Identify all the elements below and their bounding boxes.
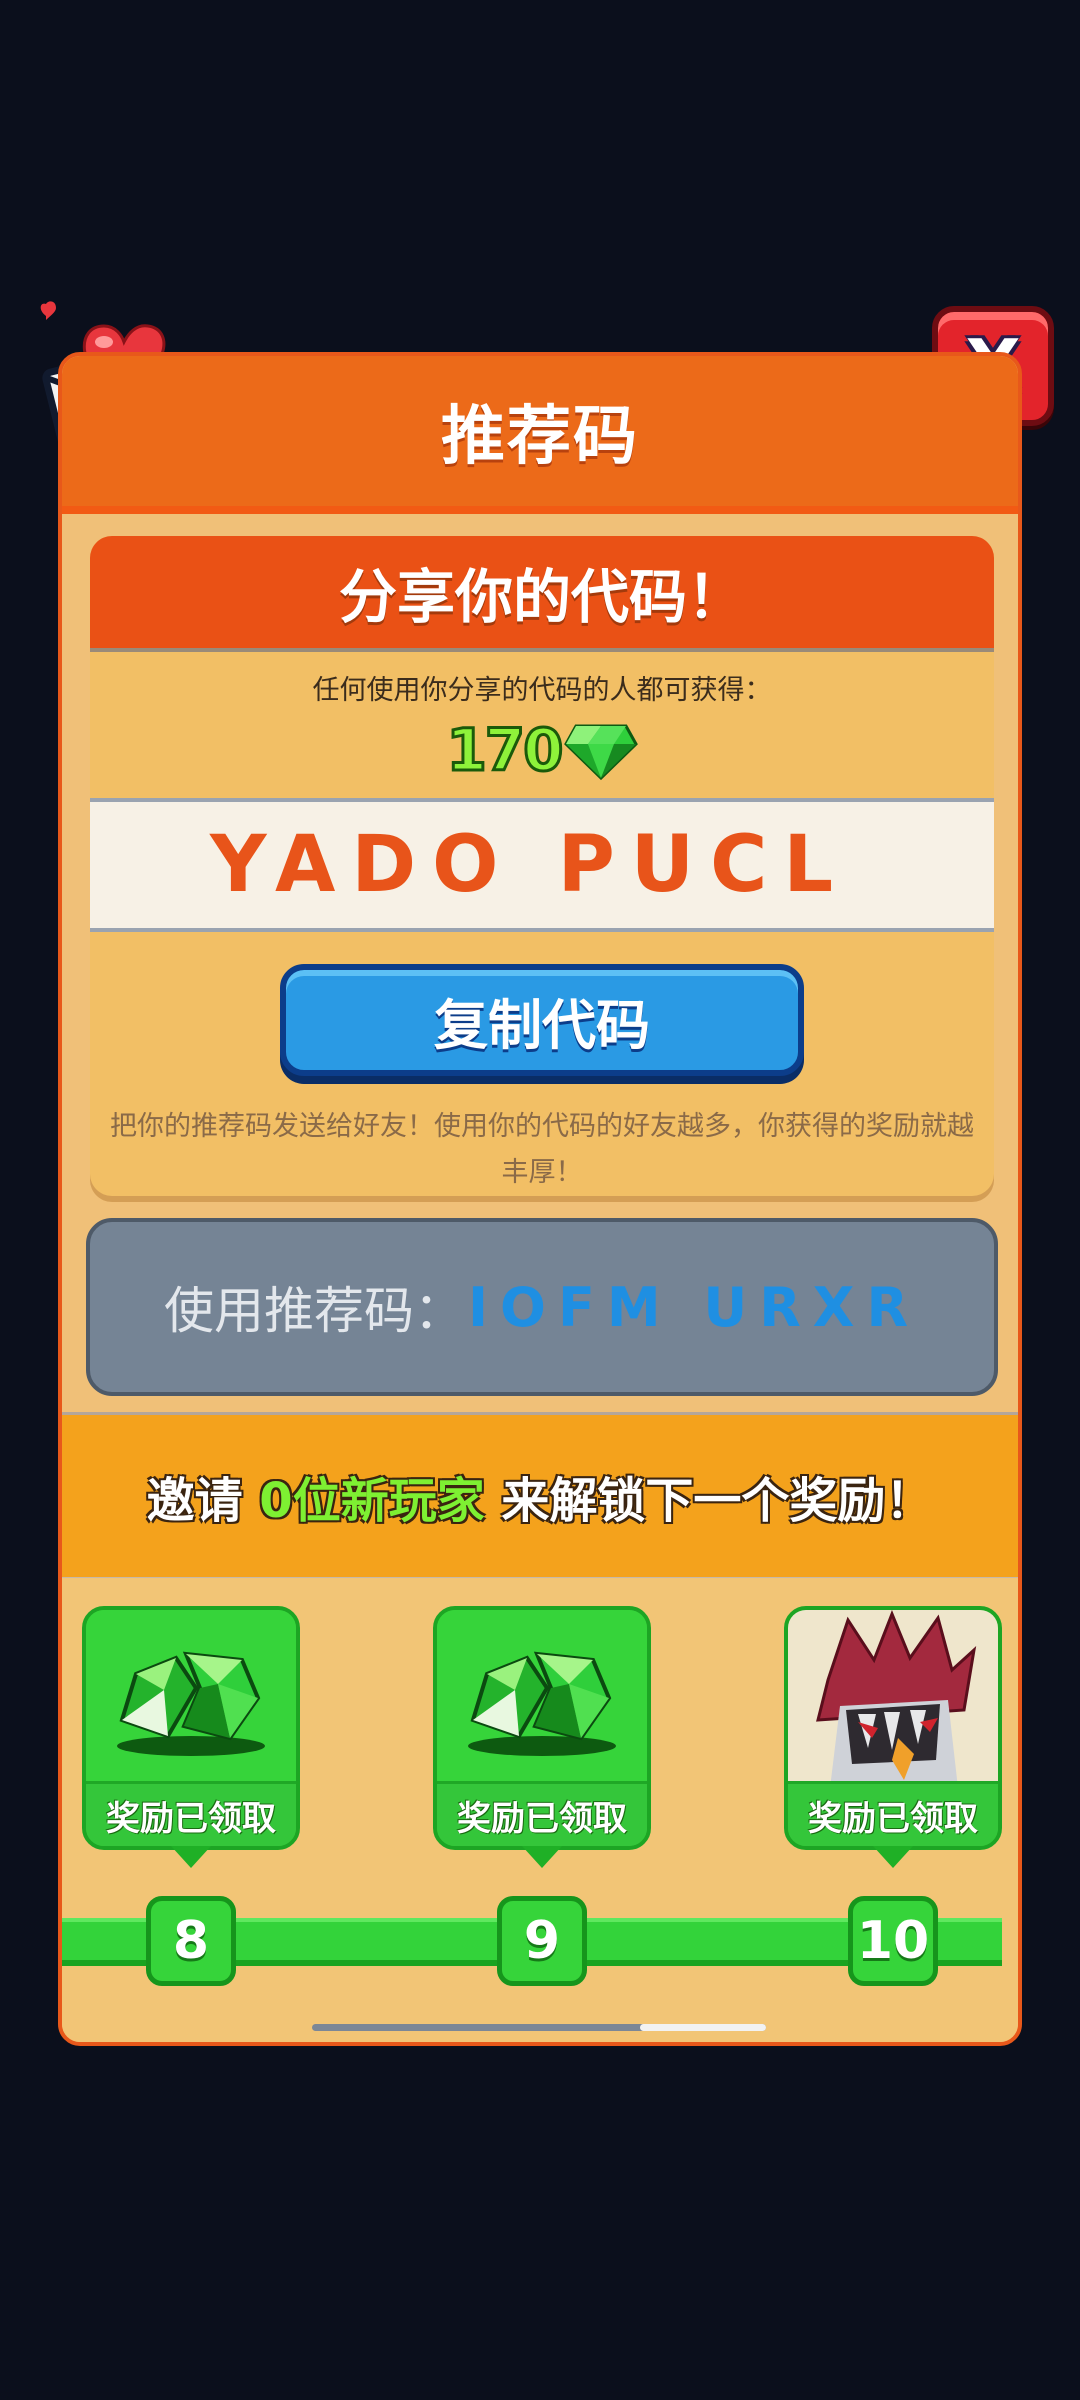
invite-count: 0 bbox=[259, 1473, 293, 1529]
use-code-label: 使用推荐码： bbox=[163, 1282, 464, 1340]
reward-pointer bbox=[522, 1846, 562, 1868]
reward-pointer bbox=[873, 1846, 913, 1868]
share-code-card: 分享你的代码！ 任何使用你分享的代码的人都可获得： 170 YADO PUCL … bbox=[90, 536, 994, 1196]
gem-icon bbox=[563, 724, 638, 781]
page-title: 推荐码 bbox=[441, 400, 639, 474]
share-description: 任何使用你分享的代码的人都可获得： bbox=[312, 675, 772, 706]
share-card-title: 分享你的代码！ bbox=[338, 563, 745, 631]
copy-code-label: 复制代码 bbox=[434, 993, 650, 1057]
level-number: 8 bbox=[172, 1911, 210, 1971]
gem-pile-icon bbox=[86, 1610, 296, 1788]
character-icon bbox=[788, 1610, 998, 1788]
gem-pile-icon bbox=[437, 1610, 647, 1788]
invite-suffix: 来解锁下一个奖励！ bbox=[484, 1473, 934, 1529]
referral-code-box: YADO PUCL bbox=[90, 798, 994, 932]
modal-header: 推荐码 bbox=[62, 356, 1018, 514]
reward-status: 奖励已领取 bbox=[437, 1781, 647, 1846]
share-reward: 170 bbox=[90, 715, 994, 786]
level-number: 9 bbox=[523, 1911, 561, 1971]
reward-card-8[interactable]: 奖励已领取 bbox=[82, 1606, 300, 1868]
use-referral-code-button[interactable]: 使用推荐码： IOFM URXR bbox=[86, 1218, 998, 1396]
share-card-header: 分享你的代码！ bbox=[90, 536, 994, 652]
reward-amount: 170 bbox=[445, 715, 565, 786]
reward-status-label: 奖励已领取 bbox=[808, 1798, 978, 1839]
referral-code: YADO PUCL bbox=[210, 820, 850, 910]
reward-status-label: 奖励已领取 bbox=[106, 1798, 276, 1839]
reward-card-10[interactable]: 奖励已领取 bbox=[784, 1606, 1002, 1868]
reward-status: 奖励已领取 bbox=[86, 1781, 296, 1846]
invite-prefix: 邀请 bbox=[146, 1473, 260, 1529]
reward-track: 奖励已领取 奖励已领取 奖励已领取 8 9 10 bbox=[62, 1578, 1018, 2042]
reward-status: 奖励已领取 bbox=[788, 1781, 998, 1846]
level-node-9: 9 bbox=[497, 1896, 587, 1986]
reward-status-label: 奖励已领取 bbox=[457, 1798, 627, 1839]
invite-banner: 邀请 0位新玩家 来解锁下一个奖励！ bbox=[62, 1412, 1018, 1580]
scroll-thumb[interactable] bbox=[640, 2024, 766, 2031]
used-code-value: IOFM URXR bbox=[467, 1275, 921, 1339]
invite-text: 邀请 0位新玩家 来解锁下一个奖励！ bbox=[147, 1461, 934, 1531]
invite-highlight: 位新玩家 bbox=[292, 1473, 485, 1529]
level-node-10: 10 bbox=[848, 1896, 938, 1986]
copy-code-button[interactable]: 复制代码 bbox=[280, 964, 804, 1076]
level-number: 10 bbox=[856, 1911, 930, 1971]
share-hint: 把你的推荐码发送给好友！使用你的代码的好友越多，你获得的奖励就越丰厚！ bbox=[110, 1111, 974, 1188]
reward-pointer bbox=[171, 1846, 211, 1868]
reward-card-9[interactable]: 奖励已领取 bbox=[433, 1606, 651, 1868]
level-node-8: 8 bbox=[146, 1896, 236, 1986]
referral-modal: 推荐码 分享你的代码！ 任何使用你分享的代码的人都可获得： 170 YADO P… bbox=[58, 352, 1022, 2046]
